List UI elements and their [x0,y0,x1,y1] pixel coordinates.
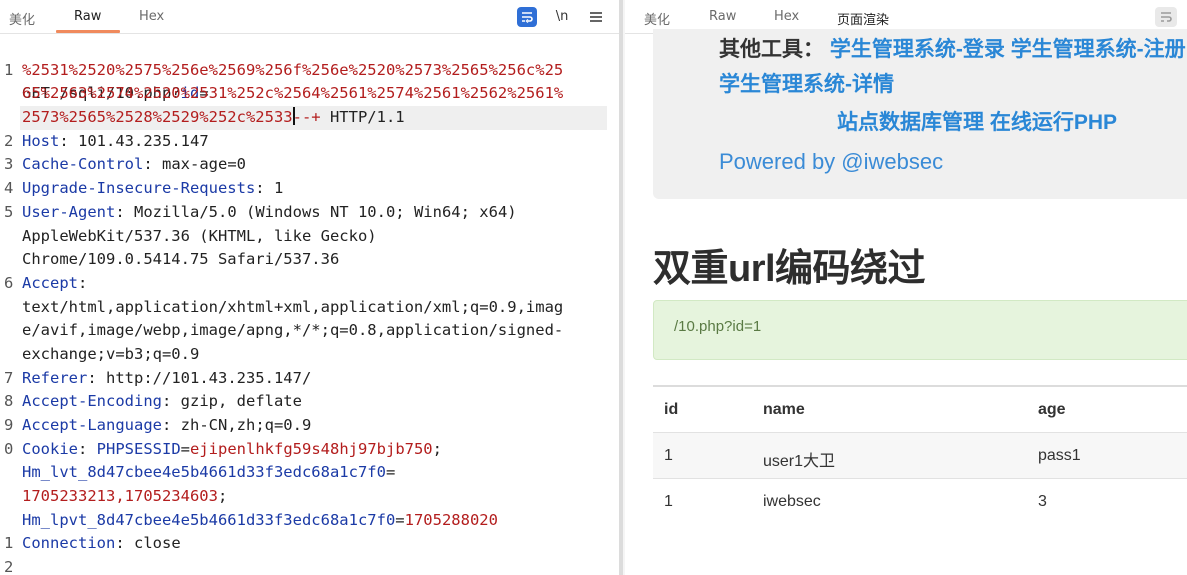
tab-hex[interactable]: Hex [139,9,164,24]
powered-by-link[interactable]: Powered by @iwebsec [719,149,943,175]
header-accept: 6 Accept: [4,273,88,292]
tab-pretty-response[interactable]: 美化 [644,9,670,28]
header-upgrade-insecure: 4 Upgrade-Insecure-Requests: 1 [4,179,284,198]
encoded-payload-1: %2531%2520%2575%256e%2569%256f%256e%2520… [22,60,564,79]
tab-hex-response[interactable]: Hex [774,9,799,24]
wrap-lines-icon[interactable] [517,7,537,27]
tab-raw[interactable]: Raw [74,9,101,24]
table-row: 1 iwebsec 3 [653,478,1187,524]
table-row: 1 user1大卫 pass1 [653,432,1187,478]
wrap-lines-icon[interactable] [1155,7,1177,27]
rendered-page: 其他工具： 学生管理系统-登录 学生管理系统-注册 学生管理系统-详情 站点数据… [625,29,1187,575]
header-cookie: 0 Cookie: PHPSESSID=ejipenlhkfg59s48hj97b… [4,439,442,458]
header-accept-encoding: 8 Accept-Encoding: gzip, deflate [4,392,302,411]
link-register[interactable]: 学生管理系统-注册 [1011,38,1186,61]
tools-label: 其他工具： [719,38,824,61]
results-table: id name age 1 user1大卫 pass1 1 iwebsec 3 [653,385,1187,524]
raw-request-editor[interactable]: 1 GET /sqli/10.php?id= %2531%2520%2575%2… [0,35,619,575]
response-pane: 美化 Raw Hex 页面渲染 其他工具： 学生管理系统-登录 学生管理系统-注… [625,0,1187,575]
header-accept-language: 9 Accept-Language: zh-CN,zh;q=0.9 [4,416,312,434]
encoded-payload-2: 65%2563%2574%2520%2531%252c%2564%2561%25… [22,84,564,103]
tab-render[interactable]: 页面渲染 [837,9,889,28]
link-detail[interactable]: 学生管理系统-详情 [719,73,894,96]
request-line: 1 GET /sqli/10.php?id= [4,60,209,103]
tab-raw-response[interactable]: Raw [709,9,736,24]
header-cache-control: 3 Cache-Control: max-age=0 [4,155,246,174]
header-user-agent: 5 User-Agent: Mozilla/5.0 (Windows NT 10.… [4,202,517,221]
active-tab-indicator [56,30,120,33]
encoded-payload-3: 2573%2565%2528%2529%252c%2533--+ HTTP/1.… [22,107,405,127]
link-run-php[interactable]: 在线运行PHP [990,111,1117,134]
page-heading: 双重url编码绕过 [653,248,926,290]
link-login[interactable]: 学生管理系统-登录 [830,38,1005,61]
empty-line: 2 [4,558,14,575]
header-referer: 7 Referer: http://101.43.235.147/ [4,368,312,387]
hamburger-menu-icon[interactable] [586,7,606,27]
tab-pretty[interactable]: 美化 [9,9,35,28]
table-header: id name age [653,385,1187,432]
request-pane: 美化 Raw Hex \n 1 GET /sqli/10.php?id= %25… [0,0,619,575]
alert-text: /10.php?id=1 [674,318,762,335]
tools-panel: 其他工具： 学生管理系统-登录 学生管理系统-注册 学生管理系统-详情 站点数据… [653,29,1187,199]
header-connection: 1 Connection: close [4,534,181,553]
link-db-manage[interactable]: 站点数据库管理 [837,111,984,134]
header-host: 2 Host: 101.43.235.147 [4,131,209,150]
query-alert: /10.php?id=1 [653,300,1187,360]
request-tabs: 美化 Raw Hex \n [0,0,619,34]
newline-toggle-button[interactable]: \n [552,7,572,27]
